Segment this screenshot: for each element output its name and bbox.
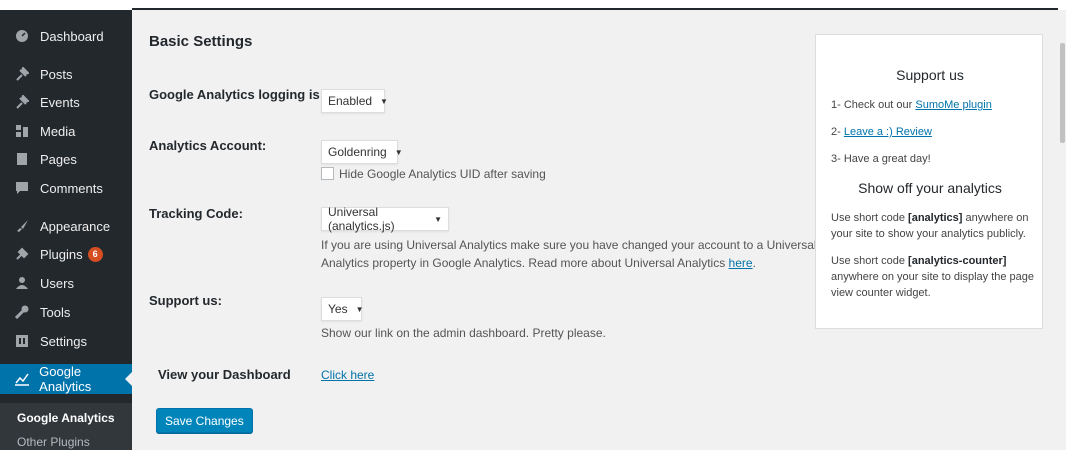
logging-select-value: Enabled (328, 94, 373, 108)
plugin-icon (12, 247, 32, 261)
shortcode-counter-text: Use short code [analytics-counter] anywh… (831, 255, 1035, 299)
dashboard-click-here-link[interactable]: Click here (321, 366, 374, 384)
hide-uid-label: Hide Google Analytics UID after saving (339, 167, 546, 181)
dashboard-label: View your Dashboard (158, 367, 291, 382)
support-item-3: 3- Have a great day! (831, 153, 931, 165)
sidebar-item-events[interactable]: Events (0, 88, 132, 116)
account-select-value: Goldenring (328, 145, 387, 159)
sidebar-submenu: Google Analytics Other Plugins (0, 403, 132, 450)
support-select-value: Yes (328, 302, 348, 316)
logging-label: Google Analytics logging is: (149, 87, 325, 102)
sidebar-item-label: Media (40, 123, 76, 139)
pages-icon (12, 152, 32, 166)
sidebar-item-google-analytics[interactable]: Google Analytics (0, 364, 132, 394)
support-label: Support us: (149, 293, 222, 308)
save-changes-button[interactable]: Save Changes (156, 408, 253, 433)
sidebar-item-label: Events (40, 94, 80, 110)
logging-select[interactable]: Enabled ▼ (321, 89, 388, 113)
shortcode-analytics-text: Use short code [analytics] anywhere on y… (831, 212, 1029, 240)
sidebar-item-label: Posts (40, 66, 73, 82)
sidebar-item-comments[interactable]: Comments (0, 174, 132, 202)
tracking-description: If you are using Universal Analytics mak… (321, 236, 817, 272)
sidebar-item-appearance[interactable]: Appearance (0, 212, 132, 240)
tracking-desc-line-1: If you are using Universal Analytics mak… (321, 238, 817, 252)
tracking-select[interactable]: Universal (analytics.js) ▼ (321, 205, 449, 233)
tracking-desc-line-2: Analytics property in Google Analytics. … (321, 256, 756, 270)
settings-icon (12, 334, 32, 348)
chevron-down-icon: ▼ (434, 214, 442, 224)
page-title: Basic Settings (149, 33, 253, 50)
support-item-2: 2- Leave a :) Review (831, 126, 932, 138)
sidebar-item-label: Tools (40, 304, 71, 320)
support-description: Show our link on the admin dashboard. Pr… (321, 326, 606, 340)
support-us-title: Support us (896, 67, 964, 83)
hide-uid-checkbox[interactable] (321, 167, 334, 180)
sidebar-item-users[interactable]: Users (0, 269, 132, 297)
chevron-down-icon: ▼ (380, 96, 388, 106)
chevron-down-icon: ▼ (394, 147, 403, 157)
sidebar-item-pages[interactable]: Pages (0, 145, 132, 173)
support-item-1: 1- Check out our SumoMe plugin (831, 99, 992, 111)
tracking-select-value: Universal (analytics.js) (328, 205, 395, 233)
sidebar-item-posts[interactable]: Posts (0, 60, 132, 88)
sidebar-item-label: Settings (40, 333, 87, 349)
sidebar-item-tools[interactable]: Tools (0, 298, 132, 326)
support-us-panel: Support us 1- Check out our SumoMe plugi… (815, 34, 1043, 329)
pin-icon (12, 67, 32, 81)
tracking-label: Tracking Code: (149, 206, 243, 221)
show-off-analytics-title: Show off your analytics (858, 180, 1002, 196)
chart-icon (12, 372, 31, 386)
current-menu-arrow (125, 372, 132, 386)
account-label: Analytics Account: (149, 138, 267, 153)
sidebar-item-label: Dashboard (40, 28, 104, 44)
media-icon (12, 124, 32, 138)
chevron-down-icon: ▼ (355, 304, 364, 314)
sumome-plugin-link[interactable]: SumoMe plugin (915, 99, 991, 111)
sidebar-item-media[interactable]: Media (0, 117, 132, 145)
dashboard-icon (12, 29, 32, 43)
admin-sidebar: Dashboard Posts Events Media Pages Comme… (0, 10, 132, 450)
universal-analytics-link[interactable]: here (729, 256, 753, 270)
sidebar-item-label: Plugins (40, 246, 83, 262)
brush-icon (12, 219, 32, 233)
sidebar-item-settings[interactable]: Settings (0, 327, 132, 355)
sidebar-item-dashboard[interactable]: Dashboard (0, 22, 132, 50)
account-select[interactable]: Goldenring ▼ (321, 140, 403, 164)
scrollbar-thumb[interactable] (1060, 43, 1065, 143)
submenu-item-google-analytics[interactable]: Google Analytics (17, 411, 115, 425)
leave-review-link[interactable]: Leave a :) Review (844, 126, 932, 138)
sidebar-item-plugins[interactable]: Plugins 6 (0, 240, 132, 268)
sidebar-item-label: Pages (40, 151, 77, 167)
support-select[interactable]: Yes ▼ (321, 297, 364, 321)
sidebar-item-label: Appearance (40, 218, 111, 234)
users-icon (12, 276, 32, 290)
sidebar-item-label: Users (40, 275, 74, 291)
sidebar-item-label: Comments (40, 180, 103, 196)
comments-icon (12, 181, 32, 195)
pin-icon (12, 95, 32, 109)
sidebar-item-label: Google Analytics (39, 364, 92, 394)
wrench-icon (12, 305, 32, 319)
submenu-item-other-plugins[interactable]: Other Plugins (17, 435, 90, 449)
plugins-count-badge: 6 (87, 246, 103, 262)
